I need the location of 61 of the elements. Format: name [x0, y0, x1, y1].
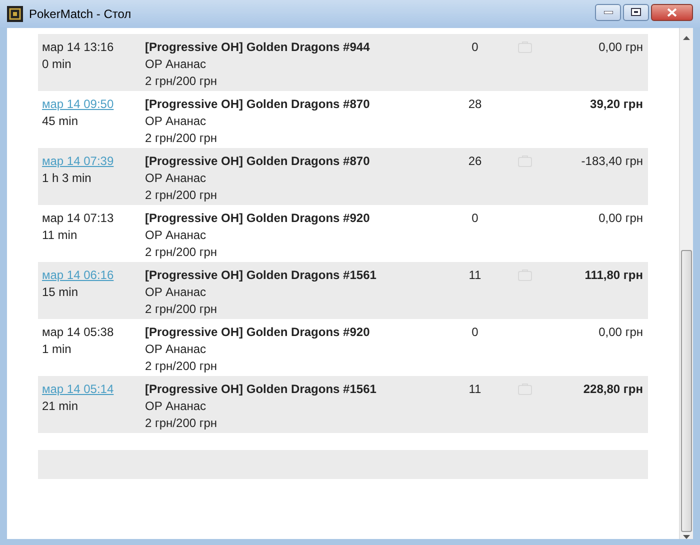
- app-icon: [7, 6, 23, 22]
- minimize-icon: [604, 10, 612, 14]
- date-text: мар 14 13:16: [42, 39, 114, 56]
- close-icon: [667, 8, 677, 16]
- duration-text: 15 min: [42, 284, 78, 301]
- result-amount: 228,80 грн: [583, 381, 643, 398]
- duration-text: 0 min: [42, 56, 72, 73]
- date-link[interactable]: мар 14 05:14: [42, 381, 114, 398]
- duration-text: 45 min: [42, 113, 78, 130]
- hands-count: 0: [472, 324, 478, 341]
- date-link[interactable]: мар 14 09:50: [42, 96, 114, 113]
- result-amount: 39,20 грн: [590, 96, 643, 113]
- date-text: мар 14 07:13: [42, 210, 114, 227]
- stakes-text: 2 грн/200 грн: [145, 187, 218, 204]
- duration-text: 21 min: [42, 398, 78, 415]
- player-name: OP Ананас: [145, 56, 206, 73]
- stakes-text: 2 грн/200 грн: [145, 244, 218, 261]
- stakes-text: 2 грн/200 грн: [145, 415, 218, 432]
- stakes-text: 2 грн/200 грн: [145, 73, 218, 90]
- table-name: [Progressive OH] Golden Dragons #920: [145, 210, 370, 227]
- hands-count: 11: [468, 267, 482, 284]
- player-name: OP Ананас: [145, 113, 206, 130]
- table-name: [Progressive OH] Golden Dragons #1561: [145, 381, 376, 398]
- scroll-thumb[interactable]: [681, 250, 692, 532]
- player-name: OP Ананас: [145, 227, 206, 244]
- date-text: мар 14 05:38: [42, 324, 114, 341]
- table-name: [Progressive OH] Golden Dragons #944: [145, 39, 370, 56]
- minimize-button[interactable]: [595, 4, 621, 20]
- hands-count: 0: [472, 210, 478, 227]
- scroll-down-icon[interactable]: [683, 535, 690, 539]
- duration-text: 11 min: [42, 227, 78, 244]
- player-name: OP Ананас: [145, 341, 206, 358]
- hands-count: 28: [468, 96, 482, 113]
- table-name: [Progressive OH] Golden Dragons #1561: [145, 267, 376, 284]
- stakes-text: 2 грн/200 грн: [145, 358, 218, 375]
- stakes-text: 2 грн/200 грн: [145, 301, 218, 318]
- player-name: OP Ананас: [145, 398, 206, 415]
- hands-count: 11: [468, 381, 482, 398]
- player-name: OP Ананас: [145, 284, 206, 301]
- restore-icon: [631, 8, 641, 16]
- result-amount: -183,40 грн: [581, 153, 643, 170]
- result-amount: 0,00 грн: [598, 210, 643, 227]
- hands-count: 26: [468, 153, 482, 170]
- scrollbar[interactable]: [679, 28, 693, 539]
- player-name: OP Ананас: [145, 170, 206, 187]
- result-amount: 111,80 грн: [584, 267, 643, 284]
- table-name: [Progressive OH] Golden Dragons #920: [145, 324, 370, 341]
- maximize-button[interactable]: [623, 4, 649, 20]
- date-link[interactable]: мар 14 06:16: [42, 267, 114, 284]
- table-name: [Progressive OH] Golden Dragons #870: [145, 96, 370, 113]
- hands-count: 0: [472, 39, 478, 56]
- window-title: PokerMatch - Стол: [29, 6, 132, 23]
- date-link[interactable]: мар 14 07:39: [42, 153, 114, 170]
- result-amount: 0,00 грн: [598, 39, 643, 56]
- duration-text: 1 min: [42, 341, 72, 358]
- close-button[interactable]: [651, 4, 693, 20]
- scroll-up-icon[interactable]: [683, 36, 690, 40]
- result-amount: 0,00 грн: [598, 324, 643, 341]
- stakes-text: 2 грн/200 грн: [145, 130, 218, 147]
- duration-text: 1 h 3 min: [42, 170, 92, 187]
- table-name: [Progressive OH] Golden Dragons #870: [145, 153, 370, 170]
